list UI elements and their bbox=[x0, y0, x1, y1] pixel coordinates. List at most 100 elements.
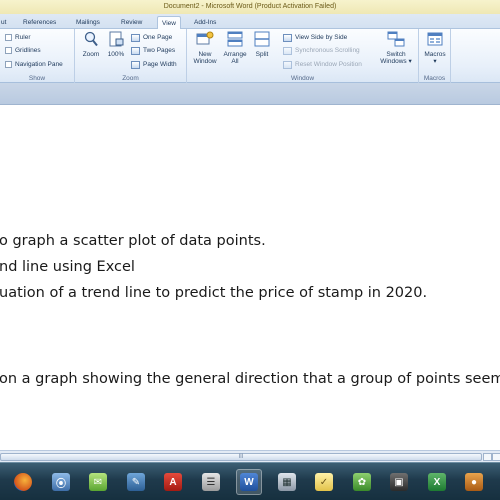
ribbon-tabs: ut References Mailings Review View Add-I… bbox=[0, 14, 500, 30]
chat-icon: ✉ bbox=[89, 473, 107, 491]
split-icon bbox=[254, 31, 270, 47]
taskbar-word[interactable]: W bbox=[236, 469, 262, 495]
switch-windows-label-2: Windows ▾ bbox=[380, 58, 412, 65]
acrobat-icon: A bbox=[164, 473, 182, 491]
navigation-pane-checkbox[interactable]: Navigation Pane bbox=[5, 59, 63, 70]
window-group: New Window Arrange All Split View Side b… bbox=[187, 29, 419, 83]
taskbar-media[interactable]: ⦿ bbox=[48, 469, 74, 495]
one-page-icon bbox=[131, 33, 140, 42]
zoom-100-label: 100% bbox=[107, 51, 125, 58]
tab-mailings[interactable]: Mailings bbox=[72, 16, 104, 29]
new-window-button[interactable]: New Window bbox=[190, 31, 220, 65]
macros-button[interactable]: Macros ▾ bbox=[421, 31, 449, 65]
tab-add-ins[interactable]: Add-Ins bbox=[190, 16, 220, 29]
navigation-pane-check-icon bbox=[5, 61, 12, 68]
zoom-100-button[interactable]: 100% bbox=[104, 31, 128, 58]
taskbar-paint[interactable]: ✿ bbox=[349, 469, 375, 495]
two-pages-icon bbox=[131, 46, 140, 55]
switch-windows-icon bbox=[387, 31, 405, 47]
taskbar: ⦿ ✉ ✎ A ☰ W ▦ ✓ ✿ ▣ X ● bbox=[0, 462, 500, 500]
gimp-icon: ✎ bbox=[127, 473, 145, 491]
zoom-label: Zoom bbox=[82, 51, 100, 58]
synchronous-scrolling-label: Synchronous Scrolling bbox=[295, 47, 360, 54]
ruler-check-icon bbox=[5, 34, 12, 41]
word-icon: W bbox=[240, 473, 258, 491]
gridlines-check-icon bbox=[5, 47, 12, 54]
macros-label: Macros bbox=[424, 51, 446, 58]
taskbar-firefox[interactable] bbox=[10, 469, 36, 495]
tab-view[interactable]: View bbox=[157, 16, 181, 30]
arrange-all-label-2: All bbox=[231, 58, 239, 65]
finder-icon: ☰ bbox=[202, 473, 220, 491]
page-width-button[interactable]: Page Width bbox=[131, 59, 177, 70]
page-width-label: Page Width bbox=[143, 61, 177, 68]
doc-line-3: uation of a trend line to predict the pr… bbox=[0, 285, 428, 301]
macros-arrow: ▾ bbox=[433, 58, 437, 65]
view-layout-icon[interactable] bbox=[483, 453, 492, 461]
scrollbar-grip: III bbox=[238, 454, 244, 460]
one-page-button[interactable]: One Page bbox=[131, 32, 172, 43]
media-icon: ⦿ bbox=[52, 473, 70, 491]
side-by-side-icon bbox=[283, 33, 292, 42]
gridlines-checkbox[interactable]: Gridlines bbox=[5, 45, 41, 56]
doc-line-4: on a graph showing the general direction… bbox=[0, 371, 500, 387]
taskbar-excel[interactable]: X bbox=[424, 469, 450, 495]
title-bar: Document2 - Microsoft Word (Product Acti… bbox=[0, 0, 500, 14]
synchronous-scrolling-button[interactable]: Synchronous Scrolling bbox=[283, 45, 360, 56]
tab-layout[interactable]: ut bbox=[0, 16, 10, 29]
ruler-band bbox=[0, 83, 500, 105]
taskbar-app[interactable]: ● bbox=[461, 469, 487, 495]
page-width-icon bbox=[131, 60, 140, 69]
split-label: Split bbox=[255, 51, 269, 58]
switch-windows-button[interactable]: Switch Windows ▾ bbox=[377, 31, 415, 65]
arrange-all-icon bbox=[227, 31, 243, 47]
one-page-label: One Page bbox=[143, 34, 173, 41]
macros-icon bbox=[427, 32, 443, 46]
document-page[interactable]: o graph a scatter plot of data points. n… bbox=[0, 105, 500, 450]
horizontal-scrollbar[interactable]: III bbox=[0, 450, 500, 462]
taskbar-calculator[interactable]: ▦ bbox=[274, 469, 300, 495]
paint-icon: ✿ bbox=[353, 473, 371, 491]
reset-window-position-button[interactable]: Reset Window Position bbox=[283, 59, 362, 70]
view-side-by-side-button[interactable]: View Side by Side bbox=[283, 32, 347, 43]
magnifier-icon bbox=[84, 31, 98, 47]
app-icon: ● bbox=[465, 473, 483, 491]
view-draft-icon[interactable] bbox=[492, 453, 500, 461]
taskbar-finder[interactable]: ☰ bbox=[198, 469, 224, 495]
reset-window-icon bbox=[283, 60, 292, 69]
reset-window-position-label: Reset Window Position bbox=[295, 61, 362, 68]
show-group-label: Show bbox=[28, 75, 46, 82]
window-group-label: Window bbox=[290, 75, 315, 82]
new-window-label-1: New bbox=[198, 51, 212, 58]
taskbar-notes[interactable]: ✓ bbox=[311, 469, 337, 495]
taskbar-camera[interactable]: ▣ bbox=[386, 469, 412, 495]
taskbar-chat[interactable]: ✉ bbox=[85, 469, 111, 495]
notes-icon: ✓ bbox=[315, 473, 333, 491]
excel-icon: X bbox=[428, 473, 446, 491]
two-pages-button[interactable]: Two Pages bbox=[131, 45, 175, 56]
sync-scroll-icon bbox=[283, 46, 292, 55]
view-side-by-side-label: View Side by Side bbox=[295, 34, 348, 41]
split-button[interactable]: Split bbox=[250, 31, 274, 58]
taskbar-gimp[interactable]: ✎ bbox=[123, 469, 149, 495]
taskbar-acrobat[interactable]: A bbox=[160, 469, 186, 495]
ruler-label: Ruler bbox=[15, 34, 31, 41]
two-pages-label: Two Pages bbox=[143, 47, 176, 54]
arrange-all-button[interactable]: Arrange All bbox=[220, 31, 250, 65]
zoom-button[interactable]: Zoom bbox=[79, 31, 103, 58]
arrange-all-label-1: Arrange bbox=[223, 51, 247, 58]
tab-review[interactable]: Review bbox=[117, 16, 146, 29]
page-100-icon bbox=[109, 31, 124, 47]
tab-references[interactable]: References bbox=[19, 16, 60, 29]
camera-icon: ▣ bbox=[390, 473, 408, 491]
scrollbar-thumb[interactable]: III bbox=[0, 453, 482, 461]
macros-group: Macros ▾ Macros bbox=[419, 29, 451, 83]
new-window-icon bbox=[196, 31, 214, 45]
firefox-icon bbox=[14, 473, 32, 491]
zoom-group: Zoom 100% One Page Two Pages Page Width … bbox=[75, 29, 187, 83]
ribbon: Ruler Gridlines Navigation Pane Show Zoo… bbox=[0, 29, 500, 83]
new-window-label-2: Window bbox=[193, 58, 217, 65]
doc-line-1: o graph a scatter plot of data points. bbox=[0, 233, 266, 249]
ruler-checkbox[interactable]: Ruler bbox=[5, 32, 31, 43]
zoom-group-label: Zoom bbox=[122, 75, 139, 82]
